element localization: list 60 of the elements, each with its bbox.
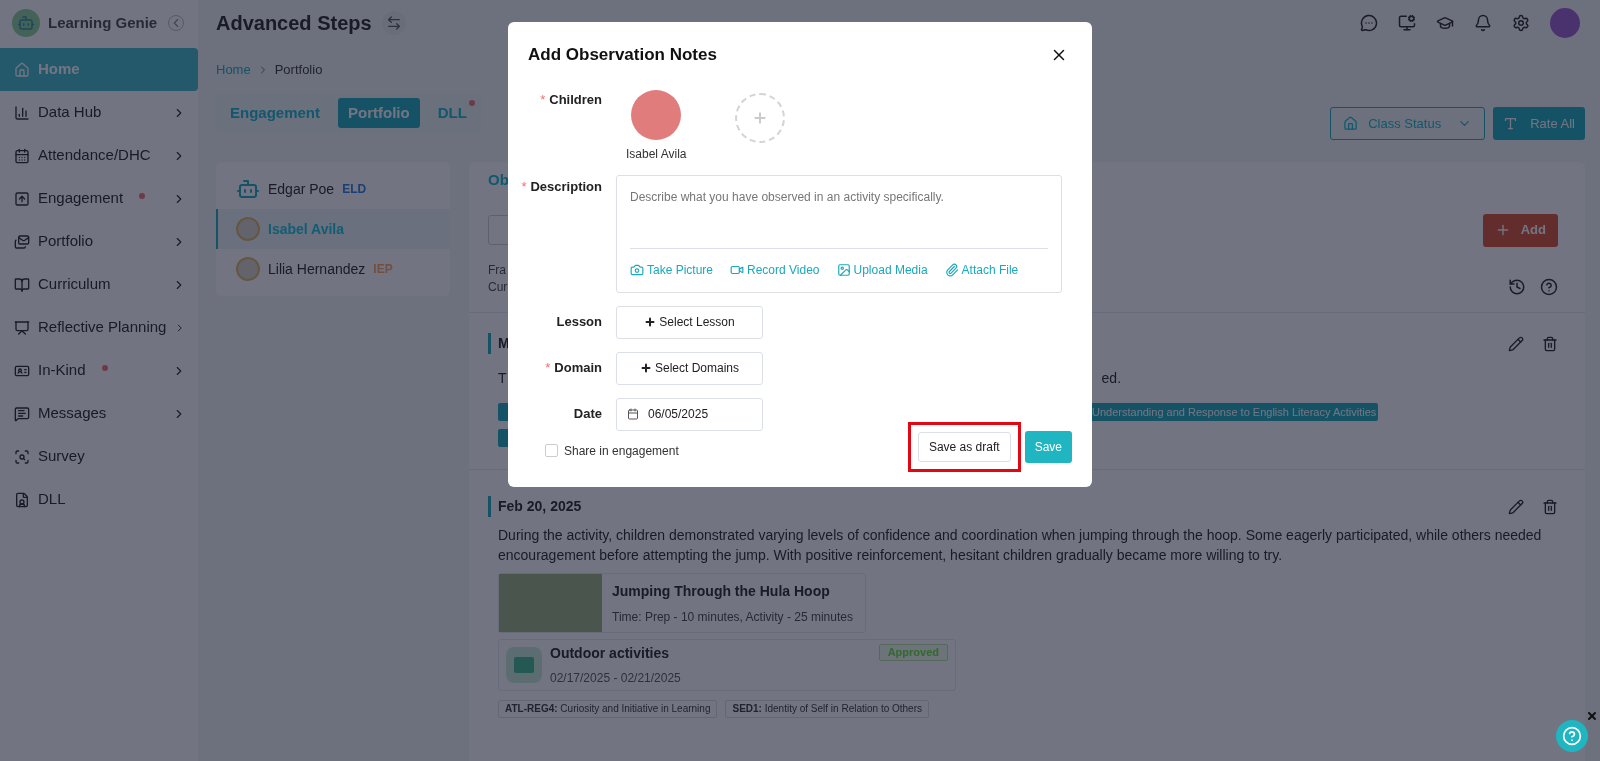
save-as-draft-button[interactable]: Save as draft xyxy=(917,431,1011,462)
sidebar-item[interactable]: Data Hub xyxy=(0,91,198,134)
checkbox-label: Share in engagement xyxy=(564,442,679,460)
media-link[interactable]: Record Video xyxy=(730,260,820,279)
sidebar-item[interactable]: Curriculum xyxy=(0,263,198,306)
child-name: Edgar Poe xyxy=(268,179,335,199)
media-link[interactable]: Attach File xyxy=(944,260,1019,279)
breadcrumb-item: Portfolio xyxy=(274,61,323,80)
save-button[interactable]: Save xyxy=(1024,430,1072,463)
child-tag: ELD xyxy=(342,180,367,198)
field-label: Domain xyxy=(554,359,602,378)
status-badge: Approved xyxy=(878,644,948,661)
required-asterisk: * xyxy=(540,90,546,109)
sidebar-item[interactable]: DLL xyxy=(0,478,198,521)
field-label: Description xyxy=(530,177,602,196)
child-name: Lilia Hernandez xyxy=(268,259,366,279)
sidebar-item[interactable]: Survey xyxy=(0,435,198,478)
description-field[interactable]: Describe what you have observed in an activity specifically. Take Picture Record Video Upload Media Attach File xyxy=(616,174,1062,293)
plan-title: Outdoor activities xyxy=(550,644,671,663)
child-row[interactable]: Edgar Poe ELD xyxy=(216,169,450,209)
info-line: Fra xyxy=(488,262,507,279)
lesson-card[interactable]: Jumping Through the Hula Hoop Time: Prep - 10 minutes, Activity - 25 minutes xyxy=(498,573,866,633)
info-line: Cur xyxy=(488,279,508,296)
sidebar-item[interactable]: Portfolio xyxy=(0,220,198,263)
field-label: Lesson xyxy=(556,313,602,332)
media-link[interactable]: Take Picture xyxy=(630,260,714,279)
rate-all-button[interactable]: Rate All xyxy=(1493,107,1585,140)
sidebar-item[interactable]: Engagement xyxy=(0,177,198,220)
sidebar-item[interactable]: Messages xyxy=(0,392,198,435)
entry-date: Feb 20, 2025 xyxy=(488,496,582,517)
child-row[interactable]: Lilia Hernandez IEP xyxy=(216,249,450,289)
plan-dates: 02/17/2025 - 02/21/2025 xyxy=(550,670,681,687)
child-tag: IEP xyxy=(373,260,393,278)
sidebar-item[interactable]: In-Kind xyxy=(0,349,198,392)
child-name: Isabel Avila xyxy=(268,219,344,239)
child-name: Isabel Avila xyxy=(626,145,687,163)
select-lesson-button[interactable]: Select Lesson xyxy=(616,305,763,339)
date-field[interactable]: 06/05/2025 xyxy=(616,397,763,431)
lesson-time: Time: Prep - 10 minutes, Activity - 25 minutes xyxy=(612,608,853,626)
field-label: Date xyxy=(573,405,602,424)
entry-text: ed. xyxy=(1101,369,1122,388)
sidebar-item[interactable]: Attendance/DHC xyxy=(0,134,198,177)
tab[interactable]: Portfolio xyxy=(338,98,420,128)
standard-tag: Understanding and Response to English Literacy Activities xyxy=(1090,403,1379,421)
lesson-title: Jumping Through the Hula Hoop xyxy=(612,581,831,601)
dialog-title: Add Observation Notes xyxy=(528,44,717,66)
entry-text: T xyxy=(498,369,507,388)
required-asterisk: * xyxy=(521,177,527,196)
media-link[interactable]: Upload Media xyxy=(836,260,928,279)
plan-card[interactable]: Outdoor activities 02/17/2025 - 02/21/2025 Approved xyxy=(498,639,956,691)
standard-tag: ATL-REG4: Curiosity and Initiative in Learning xyxy=(498,700,718,718)
page-title: Advanced Steps xyxy=(216,11,372,36)
standard-tag: SED1: Identity of Self in Relation to Others xyxy=(725,700,929,718)
required-asterisk: * xyxy=(545,359,551,378)
add-button[interactable]: Add xyxy=(1482,213,1558,247)
field-label: Children xyxy=(549,90,602,109)
select-domains-button[interactable]: Select Domains xyxy=(616,351,763,385)
entry-text: During the activity, children demonstrated varying levels of confidence and coordination when jumping through the hoop. Some eagerly participated, while others needed encouragement before attempting the jump. With positive reinforcement, hesitant children gradually became more willing to try. xyxy=(497,526,1543,565)
brand-name: Learning Genie xyxy=(48,12,158,33)
sidebar-item[interactable]: Reflective Planning xyxy=(0,306,198,349)
